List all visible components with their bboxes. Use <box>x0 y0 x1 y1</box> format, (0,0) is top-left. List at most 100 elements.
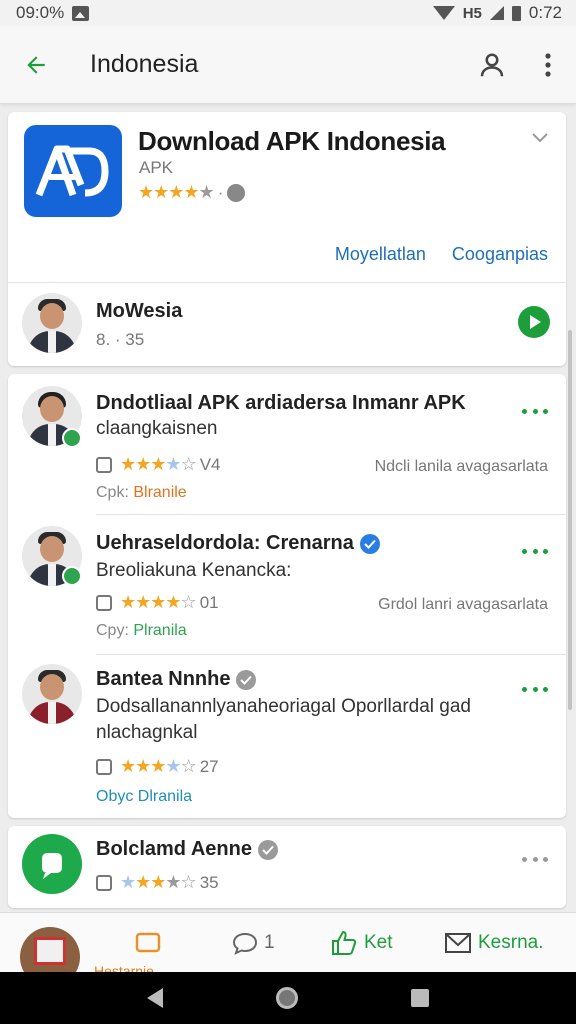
rating-count: 01 <box>199 592 219 612</box>
app-logo-icon <box>22 834 82 894</box>
review-meta: Cpy: Plranila <box>96 622 187 640</box>
review-title: Uehraseldordola: Crenarna <box>96 532 380 555</box>
person-icon <box>480 53 504 76</box>
meta-tag[interactable]: Dlranila <box>138 788 192 805</box>
status-time-right: 0:72 <box>528 3 562 22</box>
bottom-nav: Hestarnie 1 Ket Kesrna. <box>0 912 576 987</box>
app-subtitle: APK <box>139 158 174 177</box>
review-text: Dodsallanannlyanaheoriagal Oporllardal g… <box>96 696 471 743</box>
like-label: Ket <box>364 932 393 953</box>
review-rating: ★★★★☆ 27 <box>96 756 219 777</box>
star-rating-icon: ★★★★☆ <box>120 872 197 892</box>
collapse-button[interactable] <box>528 126 552 150</box>
author-avatar <box>22 293 82 353</box>
back-button[interactable] <box>0 26 72 104</box>
review-title: Dndotliaal APK ardiadersa Inmanr APK <box>96 392 466 414</box>
nav-mail-button[interactable]: Kesrna. <box>444 913 543 973</box>
rating-count: 35 <box>199 872 219 892</box>
review-rating: ★★★★☆ 01 <box>96 592 219 613</box>
more-options-button[interactable] <box>522 682 548 696</box>
globe-icon <box>227 183 246 202</box>
note-icon <box>135 932 161 953</box>
list-item[interactable]: Uehraseldordola: Crenarna Breoliakuna Ke… <box>8 514 566 654</box>
system-home-icon[interactable] <box>275 987 298 1009</box>
system-recents-icon[interactable] <box>411 989 430 1007</box>
checkbox-icon[interactable] <box>96 874 112 891</box>
mail-label: Kesrna. <box>478 932 544 953</box>
comment-icon <box>232 932 258 955</box>
star-rating-icon: ★★★★☆ <box>120 756 197 776</box>
verified-badge-icon <box>62 566 82 586</box>
arrow-back-icon <box>27 55 45 74</box>
review-date: Grdol lanri avagasarlata <box>378 596 548 613</box>
more-options-button[interactable] <box>522 852 548 866</box>
checkbox-icon[interactable] <box>96 758 112 775</box>
verified-check-icon <box>257 839 278 860</box>
review-title-text: Uehraseldordola: Crenarna <box>96 532 354 554</box>
star-rating-icon: ★★★★☆ <box>120 592 197 612</box>
meta-tag[interactable]: Plranila <box>133 622 186 639</box>
list-item[interactable]: Bantea Nnnhe Dodsallanannlyanaheoriagal … <box>8 654 566 818</box>
item-title-text: Bolclamd Aenne <box>96 838 252 860</box>
review-rating: ★★★★☆ V4 <box>96 454 221 475</box>
list-item[interactable]: Dndotliaal APK ardiadersa Inmanr APK cla… <box>8 374 566 514</box>
system-back-icon[interactable] <box>146 988 163 1008</box>
author-row[interactable]: MoWesia 8. · 35 <box>8 282 566 366</box>
app-logo-icon[interactable] <box>24 125 122 217</box>
more-options-button[interactable] <box>522 404 548 418</box>
review-list: Dndotliaal APK ardiadersa Inmanr APK cla… <box>8 374 566 818</box>
status-bar: 09:0% H5 0:72 <box>0 0 576 26</box>
item-rating: ★★★★☆ 35 <box>96 872 219 893</box>
star-rating-icon: ★★★★★ <box>138 182 215 202</box>
app-rating: ★★★★★ · <box>138 182 246 203</box>
app-bar: Indonesia <box>0 26 576 104</box>
star-rating-icon: ★★★★☆ <box>120 454 197 474</box>
battery-icon <box>511 5 521 21</box>
checkbox-icon[interactable] <box>96 456 112 473</box>
reviewer-avatar <box>22 664 82 724</box>
nav-comments-button[interactable]: 1 <box>232 913 275 973</box>
rating-count: 27 <box>199 756 219 776</box>
app-link-secondary[interactable]: Cooganpias <box>452 244 548 265</box>
verified-check-icon <box>236 669 257 690</box>
account-button[interactable] <box>464 26 520 104</box>
review-text: Breoliakuna Kenancka: <box>96 560 292 581</box>
app-link-primary[interactable]: Moyellatlan <box>335 244 426 265</box>
page-title: Indonesia <box>90 50 199 78</box>
scrollbar[interactable] <box>568 330 572 710</box>
rating-count: V4 <box>199 454 221 474</box>
image-notification-icon <box>72 5 90 21</box>
chevron-down-icon <box>532 133 548 143</box>
comment-count: 1 <box>264 932 275 953</box>
author-meta: 8. · 35 <box>96 330 145 349</box>
signal-icon <box>489 6 504 20</box>
system-nav-bar <box>0 972 576 1024</box>
nav-like-button[interactable]: Ket <box>330 913 393 973</box>
more-options-button[interactable] <box>522 544 548 558</box>
thumbs-up-icon <box>332 930 357 955</box>
review-title-text: Bantea Nnnhe <box>96 668 231 690</box>
author-name: MoWesia <box>96 300 183 322</box>
meta-prefix: Obyc <box>96 788 138 805</box>
meta-prefix: Cpk: <box>96 484 134 501</box>
wifi-icon <box>432 6 455 20</box>
item-title: Bolclamd Aenne <box>96 838 278 861</box>
overflow-menu-button[interactable] <box>520 26 576 104</box>
more-vert-icon <box>545 52 551 77</box>
meta-tag[interactable]: Blranile <box>133 484 186 501</box>
app-card: Download APK Indonesia APK ★★★★★ · Moyel… <box>8 112 566 366</box>
review-title: Bantea Nnnhe <box>96 668 257 691</box>
review-meta: Cpk: Blranile <box>96 484 187 502</box>
play-icon[interactable] <box>518 306 550 338</box>
list-item[interactable]: Bolclamd Aenne ★★★★☆ 35 <box>8 826 566 908</box>
review-text: claangkaisnen <box>96 418 218 439</box>
verified-badge-icon <box>62 428 82 448</box>
verified-check-icon <box>359 533 380 554</box>
app-links: Moyellatlan Cooganpias <box>335 244 548 265</box>
checkbox-icon[interactable] <box>96 594 112 611</box>
network-indicator: H5 <box>462 4 482 22</box>
status-time-left: 09:0% <box>16 3 65 22</box>
app-name: Download APK Indonesia <box>138 126 446 156</box>
meta-prefix: Cpy: <box>96 622 134 639</box>
review-date: Ndcli lanila avagasarlata <box>374 458 548 475</box>
